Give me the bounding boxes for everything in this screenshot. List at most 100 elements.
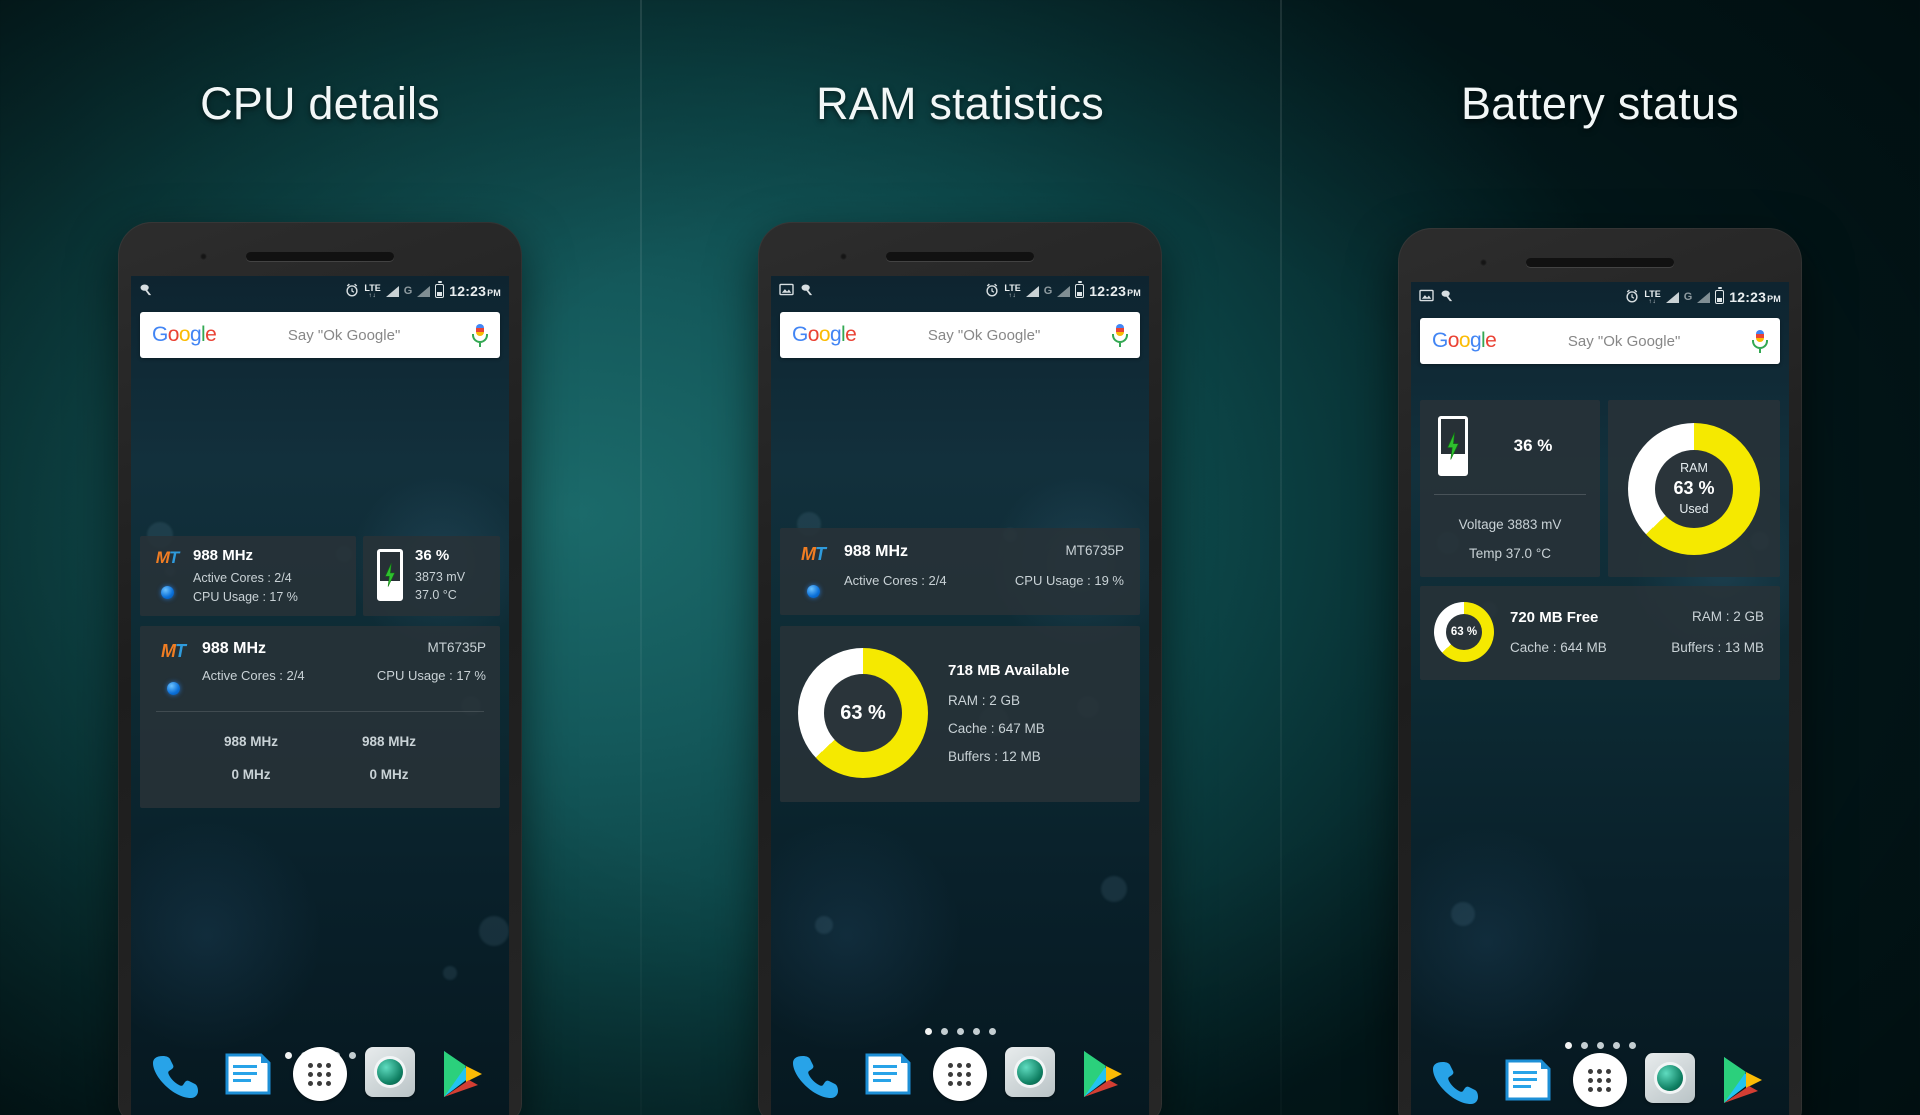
panel-battery-status: Battery status LTE ↑↓ G 12:23PM Google S… xyxy=(1280,0,1920,1115)
google-logo: Google xyxy=(1432,329,1497,352)
status-bar: LTE ↑↓ G 12:23PM xyxy=(1411,282,1789,312)
battery-icon xyxy=(1075,281,1085,298)
widget-ram-container: 63 % 718 MB Available RAM : 2 GB Cache :… xyxy=(771,626,1149,802)
alarm-icon xyxy=(985,283,999,300)
messages-icon[interactable] xyxy=(861,1047,915,1101)
google-logo: Google xyxy=(152,323,217,346)
lte-icon: LTE ↑↓ xyxy=(1644,288,1661,305)
lte-icon: LTE ↑↓ xyxy=(364,282,381,299)
play-store-icon[interactable] xyxy=(1076,1047,1130,1101)
phone-mockup-3: LTE↑↓ G 12:23PM Google Say "Ok Google" xyxy=(1398,228,1802,1115)
widget-battery-large[interactable]: 36 % Voltage 3883 mV Temp 37.0 °C xyxy=(1420,400,1600,577)
cpu-frequency: 988 MHz xyxy=(193,547,254,564)
ram-donut-label-top: RAM xyxy=(1680,461,1708,475)
image-icon xyxy=(1419,289,1434,305)
google-search-bar[interactable]: Google Say "Ok Google" xyxy=(140,312,500,358)
battery-glyph-icon xyxy=(1438,416,1468,476)
ram-donut-label-bottom: Used xyxy=(1679,502,1709,516)
messages-icon[interactable] xyxy=(1501,1053,1555,1107)
earpiece-speaker xyxy=(246,252,394,261)
battery-icon xyxy=(435,281,445,298)
phone-icon[interactable] xyxy=(1430,1053,1484,1107)
cpu-status-dot-icon xyxy=(160,586,174,599)
ram-total: RAM : 2 GB xyxy=(1691,609,1764,624)
core-freq: 0 MHz xyxy=(231,767,271,782)
phone-mockup-1: LTE↑↓ G 12:23PM Google Say "Ok Google" xyxy=(118,222,522,1115)
camera-icon[interactable] xyxy=(1004,1047,1059,1101)
front-camera xyxy=(1480,259,1487,266)
status-clock: 12:23PM xyxy=(449,283,501,299)
ram-buffers: Buffers : 13 MB xyxy=(1671,640,1764,655)
google-search-bar[interactable]: Google Say "Ok Google" xyxy=(1420,318,1780,364)
widget-ram[interactable]: 63 % 718 MB Available RAM : 2 GB Cache :… xyxy=(780,626,1140,802)
camera-icon[interactable] xyxy=(364,1047,419,1101)
ram-donut-small-icon: 63 % xyxy=(1434,602,1494,662)
camera-icon[interactable] xyxy=(1644,1053,1699,1107)
app-dock xyxy=(131,1026,509,1115)
widget-ram-donut[interactable]: RAM 63 % Used xyxy=(1608,400,1780,577)
bokeh-dot xyxy=(815,916,833,934)
battery-icon xyxy=(1715,287,1725,304)
ram-buffers: Buffers : 12 MB xyxy=(948,749,1041,764)
cpu-status-dot-icon xyxy=(806,585,820,598)
microphone-icon[interactable] xyxy=(1112,323,1128,347)
play-store-icon[interactable] xyxy=(1716,1053,1770,1107)
signal-icon xyxy=(385,285,399,297)
screenshot-gallery: CPU details LTE ↑↓ G 12:23PM Google Say … xyxy=(0,0,1920,1115)
play-store-icon[interactable] xyxy=(436,1047,490,1101)
ram-cache: Cache : 644 MB xyxy=(1510,640,1607,655)
microphone-icon[interactable] xyxy=(472,323,488,347)
phone-icon[interactable] xyxy=(150,1047,204,1101)
panel-title-battery: Battery status xyxy=(1461,78,1739,129)
phone-icon[interactable] xyxy=(790,1047,844,1101)
alarm-icon xyxy=(1625,289,1639,306)
core-freq: 988 MHz xyxy=(361,734,417,749)
battery-voltage: 3873 mV xyxy=(415,570,466,584)
ram-donut-chart: RAM 63 % Used xyxy=(1628,422,1760,555)
widget-cpu-wide-container: MT 988 MHz MT6735P Active Cores : 2/4 CP… xyxy=(131,626,509,808)
core-freq: 988 MHz xyxy=(223,734,279,749)
status-bar: LTE ↑↓ G 12:23PM xyxy=(131,276,509,306)
bokeh-dot xyxy=(443,966,457,980)
podcast-icon xyxy=(1440,289,1455,305)
signal2-icon xyxy=(417,285,431,297)
widget-cpu-wide[interactable]: MT 988 MHz MT6735P Active Cores : 2/4 CP… xyxy=(780,528,1140,615)
alarm-icon xyxy=(345,283,359,300)
google-search-bar[interactable]: Google Say "Ok Google" xyxy=(780,312,1140,358)
cpu-active-cores: Active Cores : 2/4 xyxy=(202,668,305,683)
widget-cpu-compact[interactable]: MT 988 MHz Active Cores : 2/4 CPU Usage … xyxy=(140,536,356,616)
microphone-icon[interactable] xyxy=(1752,329,1768,353)
battery-voltage: Voltage 3883 mV xyxy=(1458,517,1562,532)
app-drawer-icon[interactable] xyxy=(1572,1053,1627,1107)
widget-ram-row[interactable]: 63 % 720 MB Free RAM : 2 GB Cache : 644 … xyxy=(1420,586,1780,680)
app-dock xyxy=(1411,1032,1789,1115)
phone-screen-3: LTE↑↓ G 12:23PM Google Say "Ok Google" xyxy=(1411,282,1789,1115)
core-frequency-grid: 988 MHz 988 MHz 0 MHz 0 MHz xyxy=(154,712,486,792)
widget-battery-compact[interactable]: 36 % 3873 mV 37.0 °C xyxy=(363,536,500,616)
cpu-frequency: 988 MHz xyxy=(844,543,909,560)
ram-cache: Cache : 647 MB xyxy=(948,721,1045,736)
search-placeholder: Say "Ok Google" xyxy=(1567,332,1681,350)
status-clock: 12:23PM xyxy=(1089,283,1141,299)
mediatek-logo-icon: MT xyxy=(801,544,826,564)
widget-cpu-wide[interactable]: MT 988 MHz MT6735P Active Cores : 2/4 CP… xyxy=(140,626,500,808)
cpu-chip-model: MT6735P xyxy=(1065,543,1124,558)
messages-icon[interactable] xyxy=(221,1047,275,1101)
podcast-icon xyxy=(139,283,154,299)
panel-ram-statistics: RAM statistics LTE ↑↓ G 12:23PM Google S… xyxy=(640,0,1280,1115)
panel-title-ram: RAM statistics xyxy=(816,78,1104,129)
g-network-icon: G xyxy=(1683,291,1693,303)
cpu-active-cores: Active Cores : 2/4 xyxy=(844,573,947,588)
app-drawer-icon[interactable] xyxy=(292,1047,347,1101)
lte-icon: LTE ↑↓ xyxy=(1004,282,1021,299)
app-dock xyxy=(771,1026,1149,1115)
phone-screen-2: LTE↑↓ G 12:23PM Google Say "Ok Google" xyxy=(771,276,1149,1115)
phone-screen-1: LTE↑↓ G 12:23PM Google Say "Ok Google" xyxy=(131,276,509,1115)
battery-percent: 36 % xyxy=(1513,436,1553,455)
cpu-frequency: 988 MHz xyxy=(202,640,267,657)
app-drawer-icon[interactable] xyxy=(932,1047,987,1101)
cpu-usage: CPU Usage : 17 % xyxy=(376,668,486,683)
ram-percent-label: 63 % xyxy=(1450,626,1478,638)
widget-row-battery: 36 % Voltage 3883 mV Temp 37.0 °C RAM 63… xyxy=(1411,400,1789,577)
ram-available: 718 MB Available xyxy=(948,662,1070,679)
